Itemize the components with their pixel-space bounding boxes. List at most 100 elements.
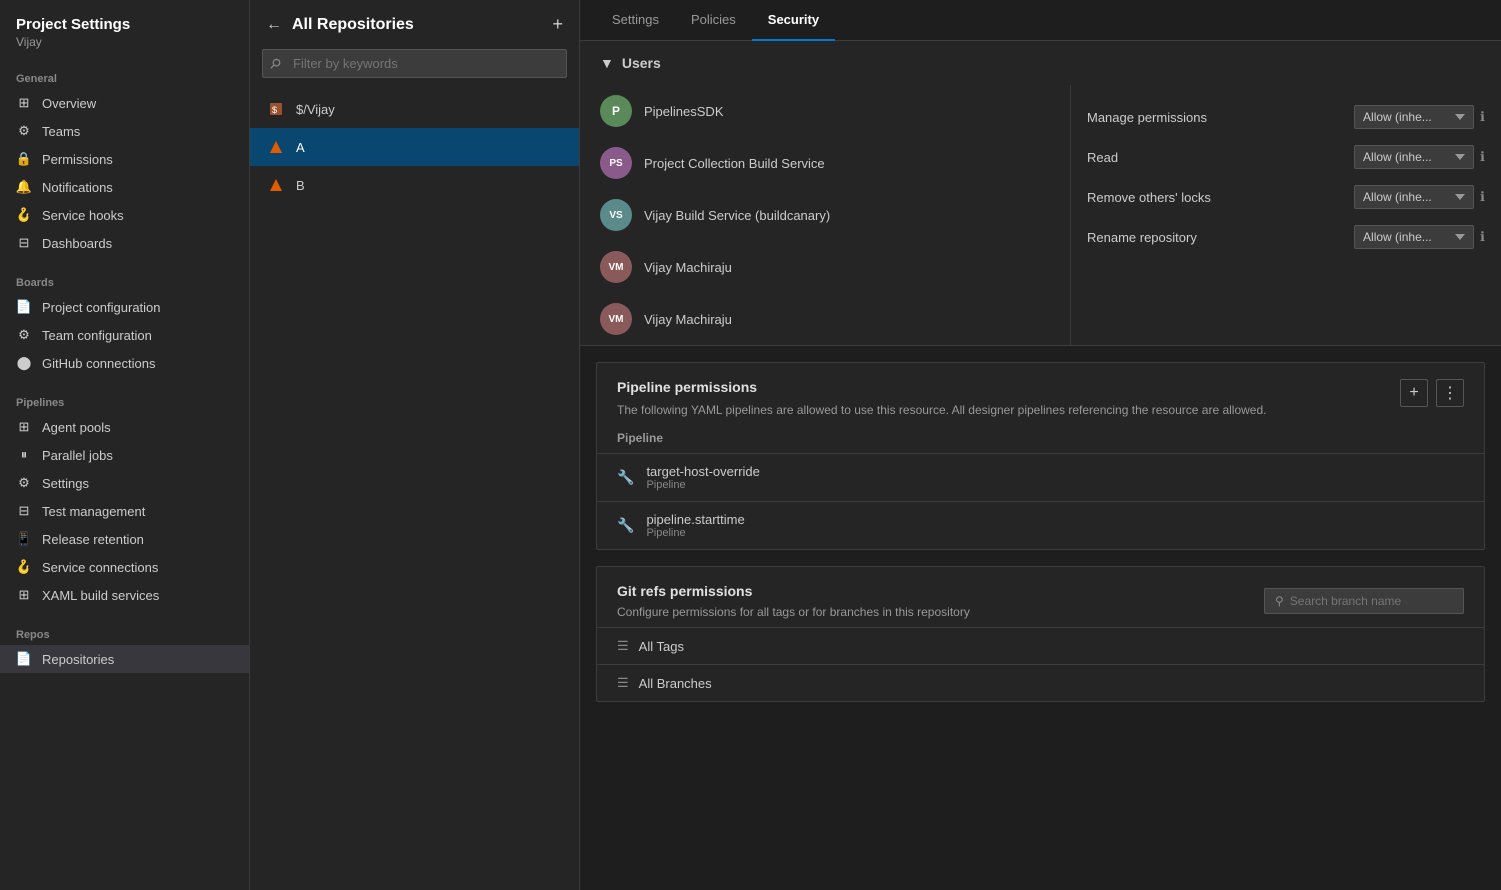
pipeline-item-info-1: target-host-override Pipeline xyxy=(646,464,759,491)
users-list: P PipelinesSDK PS Project Collection Bui… xyxy=(580,85,1071,345)
pipeline-item-target-host-override[interactable]: 🔧 target-host-override Pipeline xyxy=(597,454,1484,502)
sidebar-section-pipelines: Pipelines ⊞ Agent pools ⏸ Parallel jobs … xyxy=(0,381,249,613)
github-icon: ⬤ xyxy=(16,355,32,371)
permission-select-rename-repo[interactable]: Allow (inhe... xyxy=(1354,225,1474,249)
permission-label-manage: Manage permissions xyxy=(1087,110,1344,125)
grid-icon: ⊞ xyxy=(16,95,32,111)
sidebar-item-test-management[interactable]: ⊟ Test management xyxy=(0,497,249,525)
main-content: Settings Policies Security ▼ Users P Pip… xyxy=(580,0,1501,890)
user-row-vijay-build[interactable]: VS Vijay Build Service (buildcanary) xyxy=(580,189,1070,241)
build-icon: ⊞ xyxy=(16,587,32,603)
user-row-vijay-machiraju-1[interactable]: VM Vijay Machiraju xyxy=(580,241,1070,293)
mid-search-container xyxy=(262,49,567,78)
git-repo-b-icon xyxy=(266,175,286,195)
sidebar-item-agent-pools[interactable]: ⊞ Agent pools xyxy=(0,413,249,441)
gitrefs-search-input[interactable] xyxy=(1290,594,1440,608)
bell-icon: 🔔 xyxy=(16,179,32,195)
sidebar-item-label-permissions: Permissions xyxy=(42,152,113,167)
search-input[interactable] xyxy=(262,49,567,78)
tab-settings[interactable]: Settings xyxy=(596,0,675,41)
info-icon-remove-locks[interactable]: ℹ xyxy=(1480,189,1485,205)
permission-select-remove-locks[interactable]: Allow (inhe... xyxy=(1354,185,1474,209)
permission-select-wrapper-read: Allow (inhe... ℹ xyxy=(1354,145,1485,169)
dollar-repo-icon: $ xyxy=(266,99,286,119)
sidebar-item-team-config[interactable]: ⚙ Team configuration xyxy=(0,321,249,349)
team-config-icon: ⚙ xyxy=(16,327,32,343)
sidebar-item-repositories[interactable]: 📄 Repositories xyxy=(0,645,249,673)
mid-panel: ← All Repositories + $ $/Vijay A xyxy=(250,0,580,890)
sidebar-subtitle: Vijay xyxy=(16,35,233,49)
sidebar-section-boards: Boards 📄 Project configuration ⚙ Team co… xyxy=(0,261,249,381)
sidebar-item-project-config[interactable]: 📄 Project configuration xyxy=(0,293,249,321)
gitrefs-item-label-all-tags: All Tags xyxy=(639,639,684,654)
sidebar-item-label-dashboards: Dashboards xyxy=(42,236,112,251)
sidebar-item-parallel-jobs[interactable]: ⏸ Parallel jobs xyxy=(0,441,249,469)
sidebar-item-github-connections[interactable]: ⬤ GitHub connections xyxy=(0,349,249,377)
sidebar-item-teams[interactable]: ⚙ Teams xyxy=(0,117,249,145)
pipeline-desc: The following YAML pipelines are allowed… xyxy=(617,401,1390,419)
dashboard-icon: ⊟ xyxy=(16,235,32,251)
permissions-panel: Manage permissions Allow (inhe... ℹ Read… xyxy=(1071,85,1501,345)
info-icon-read[interactable]: ℹ xyxy=(1480,149,1485,165)
user-name-project-collection: Project Collection Build Service xyxy=(644,156,825,171)
permission-select-manage[interactable]: Allow (inhe... xyxy=(1354,105,1474,129)
repo-icon: 📄 xyxy=(16,651,32,667)
pipeline-item-icon-2: 🔧 xyxy=(617,517,634,534)
pipeline-add-button[interactable]: + xyxy=(1400,379,1428,407)
tab-policies[interactable]: Policies xyxy=(675,0,752,41)
sidebar-item-label-overview: Overview xyxy=(42,96,96,111)
sidebar-header: Project Settings Vijay xyxy=(0,0,249,57)
gitrefs-item-all-branches[interactable]: ☰ All Branches xyxy=(597,664,1484,701)
sidebar-item-dashboards[interactable]: ⊟ Dashboards xyxy=(0,229,249,257)
permission-row-rename-repo: Rename repository Allow (inhe... ℹ xyxy=(1087,217,1485,257)
tab-security[interactable]: Security xyxy=(752,0,835,41)
repo-item-a[interactable]: A xyxy=(250,128,579,166)
user-row-pipelines-sdk[interactable]: P PipelinesSDK xyxy=(580,85,1070,137)
permission-select-read[interactable]: Allow (inhe... xyxy=(1354,145,1474,169)
hook-icon: 🪝 xyxy=(16,207,32,223)
pipeline-item-type-1: Pipeline xyxy=(646,479,759,491)
sidebar: Project Settings Vijay General ⊞ Overvie… xyxy=(0,0,250,890)
git-repo-a-icon xyxy=(266,137,286,157)
repo-item-dollar-vijay[interactable]: $ $/Vijay xyxy=(250,90,579,128)
gitrefs-item-all-tags[interactable]: ☰ All Tags xyxy=(597,627,1484,664)
sidebar-item-settings[interactable]: ⚙ Settings xyxy=(0,469,249,497)
sidebar-item-xaml-build[interactable]: ⊞ XAML build services xyxy=(0,581,249,609)
user-name-vijay-machiraju-1: Vijay Machiraju xyxy=(644,260,732,275)
repo-item-b[interactable]: B xyxy=(250,166,579,204)
sidebar-item-label-settings: Settings xyxy=(42,476,89,491)
sidebar-item-service-hooks[interactable]: 🪝 Service hooks xyxy=(0,201,249,229)
pipeline-actions: + ⋮ xyxy=(1400,379,1464,407)
info-icon-manage[interactable]: ℹ xyxy=(1480,109,1485,125)
sidebar-item-label-service-connections: Service connections xyxy=(42,560,158,575)
users-section-header[interactable]: ▼ Users xyxy=(580,41,1501,85)
tabs-bar: Settings Policies Security xyxy=(580,0,1501,41)
sidebar-section-label-repos: Repos xyxy=(0,625,249,645)
sidebar-item-overview[interactable]: ⊞ Overview xyxy=(0,89,249,117)
user-row-project-collection[interactable]: PS Project Collection Build Service xyxy=(580,137,1070,189)
user-name-pipelines-sdk: PipelinesSDK xyxy=(644,104,724,119)
pipeline-item-pipeline-starttime[interactable]: 🔧 pipeline.starttime Pipeline xyxy=(597,502,1484,549)
sidebar-item-label-test-management: Test management xyxy=(42,504,145,519)
pipeline-title: Pipeline permissions xyxy=(617,379,1390,395)
info-icon-rename-repo[interactable]: ℹ xyxy=(1480,229,1485,245)
add-repo-button[interactable]: + xyxy=(552,14,563,35)
permission-label-remove-locks: Remove others' locks xyxy=(1087,190,1344,205)
mid-panel-header: ← All Repositories + xyxy=(250,0,579,49)
sidebar-item-release-retention[interactable]: 📱 Release retention xyxy=(0,525,249,553)
back-button[interactable]: ← xyxy=(266,16,282,34)
gitrefs-item-label-all-branches: All Branches xyxy=(639,676,712,691)
sidebar-item-notifications[interactable]: 🔔 Notifications xyxy=(0,173,249,201)
user-avatar-pipelines-sdk: P xyxy=(600,95,632,127)
sidebar-item-label-repositories: Repositories xyxy=(42,652,114,667)
sidebar-item-service-connections[interactable]: 🪝 Service connections xyxy=(0,553,249,581)
test-icon: ⊟ xyxy=(16,503,32,519)
pipeline-item-name-1: target-host-override xyxy=(646,464,759,479)
users-section: ▼ Users P PipelinesSDK PS Project Collec… xyxy=(580,41,1501,346)
sidebar-item-permissions[interactable]: 🔒 Permissions xyxy=(0,145,249,173)
chevron-down-icon: ▼ xyxy=(600,55,614,71)
pipeline-more-button[interactable]: ⋮ xyxy=(1436,379,1464,407)
parallel-icon: ⏸ xyxy=(16,447,32,463)
user-row-vijay-machiraju-2[interactable]: VM Vijay Machiraju xyxy=(580,293,1070,345)
sidebar-item-label-github-connections: GitHub connections xyxy=(42,356,155,371)
